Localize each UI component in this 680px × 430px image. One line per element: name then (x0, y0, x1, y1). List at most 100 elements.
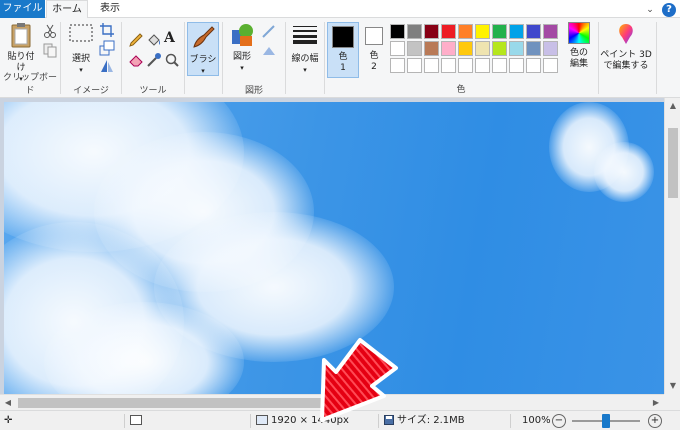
fill-bucket-icon[interactable] (146, 32, 162, 48)
palette-swatch[interactable] (475, 58, 490, 73)
divider (184, 22, 185, 94)
resize-icon[interactable] (99, 40, 115, 56)
brush-button[interactable]: ブラシ ▾ (187, 22, 219, 76)
tab-home[interactable]: ホーム (46, 0, 88, 19)
zoom-in-button[interactable]: + (648, 414, 662, 428)
palette-swatch[interactable] (475, 41, 490, 56)
palette-swatch[interactable] (492, 58, 507, 73)
palette-swatch[interactable] (543, 58, 558, 73)
copy-icon[interactable] (42, 42, 58, 58)
group-tools: A ツール (122, 18, 184, 98)
color2-label: 色 (369, 51, 379, 61)
scroll-right-icon[interactable]: ▶ (648, 395, 664, 411)
palette-swatch[interactable] (458, 58, 473, 73)
color1-label: 色 (338, 52, 348, 62)
zoom-out-button[interactable]: − (552, 414, 566, 428)
cloud (594, 142, 654, 202)
palette-swatch[interactable] (475, 24, 490, 39)
cursor-position-icon: ✛ (4, 415, 13, 426)
vertical-scroll-thumb[interactable] (668, 128, 678, 198)
palette-swatch[interactable] (543, 41, 558, 56)
crop-icon[interactable] (99, 22, 115, 38)
paint3d-icon (619, 24, 633, 44)
help-icon[interactable]: ? (662, 3, 676, 17)
eraser-icon[interactable] (128, 52, 144, 68)
scroll-down-icon[interactable]: ▼ (665, 378, 680, 394)
cut-icon[interactable] (42, 23, 58, 39)
rotate-icon[interactable] (99, 58, 115, 74)
palette-swatch[interactable] (407, 41, 422, 56)
shapes-icon (232, 24, 253, 46)
ribbon: 貼り付け ▾ クリップボード 選択 ▾ イメージ A ツール ブラシ ▾ 図形 … (0, 18, 680, 98)
pencil-icon[interactable] (128, 32, 144, 48)
paint3d-label-2: で編集する (603, 61, 649, 71)
brush-dropdown-icon[interactable]: ▾ (188, 66, 218, 77)
divider (510, 414, 511, 428)
group-image: 選択 ▾ イメージ (61, 18, 121, 98)
horizontal-scroll-thumb[interactable] (18, 398, 348, 408)
scroll-up-icon[interactable]: ▲ (665, 98, 680, 114)
color-picker-icon[interactable] (146, 52, 162, 68)
divider (324, 22, 325, 94)
tab-view[interactable]: 表示 (90, 0, 130, 18)
palette-swatch[interactable] (441, 58, 456, 73)
shapes-dropdown-icon[interactable]: ▾ (227, 63, 257, 74)
selection-size-icon (130, 411, 142, 430)
palette-swatch[interactable] (441, 41, 456, 56)
palette-swatch[interactable] (492, 41, 507, 56)
palette-swatch[interactable] (390, 58, 405, 73)
paint3d-button[interactable]: ペイント 3D で編集する (600, 22, 652, 72)
select-dropdown-icon[interactable]: ▾ (67, 65, 95, 76)
palette-swatch[interactable] (509, 58, 524, 73)
palette-swatch[interactable] (526, 41, 541, 56)
color1-button[interactable]: 色 1 (327, 22, 359, 78)
vertical-scrollbar[interactable]: ▲ ▼ (664, 98, 680, 394)
group-shapes: 図形 ▾ 図形 (223, 18, 285, 98)
line-width-button[interactable]: 線の幅 ▾ (288, 24, 322, 76)
palette-swatch[interactable] (390, 41, 405, 56)
zoom-slider-thumb[interactable] (602, 414, 610, 428)
palette-swatch[interactable] (424, 41, 439, 56)
edit-colors-button[interactable]: 色の 編集 (564, 22, 594, 70)
magnifier-icon[interactable] (164, 52, 180, 68)
palette-swatch[interactable] (424, 58, 439, 73)
palette-swatch[interactable] (492, 24, 507, 39)
color2-button[interactable]: 色 2 (362, 22, 386, 78)
collapse-ribbon-icon[interactable]: ⌄ (644, 4, 656, 16)
palette-swatch[interactable] (407, 24, 422, 39)
palette-swatch[interactable] (509, 24, 524, 39)
divider (124, 414, 125, 428)
clipboard-group-label: クリップボード (2, 73, 57, 96)
brush-label: ブラシ (189, 55, 217, 65)
group-clipboard: 貼り付け ▾ クリップボード (0, 18, 60, 98)
palette-swatch[interactable] (407, 58, 422, 73)
color2-number: 2 (371, 62, 377, 72)
palette-swatch[interactable] (526, 24, 541, 39)
divider (656, 22, 657, 94)
shapes-button[interactable]: 図形 ▾ (227, 22, 257, 74)
tab-file[interactable]: ファイル (0, 0, 45, 18)
line-width-icon (293, 26, 317, 44)
fill-icon[interactable] (261, 42, 277, 58)
palette-swatch[interactable] (390, 24, 405, 39)
color1-number: 1 (340, 63, 346, 73)
line-width-dropdown-icon[interactable]: ▾ (288, 65, 322, 76)
palette-swatch[interactable] (509, 41, 524, 56)
shapes-group-label: 図形 (244, 86, 263, 96)
text-tool-icon[interactable]: A (164, 30, 175, 46)
palette-swatch[interactable] (543, 24, 558, 39)
scroll-left-icon[interactable]: ◀ (0, 395, 16, 411)
palette-swatch[interactable] (458, 24, 473, 39)
divider (285, 22, 286, 94)
image-dimensions-icon (256, 411, 268, 430)
palette-swatch[interactable] (458, 41, 473, 56)
select-button[interactable]: 選択 ▾ (67, 24, 95, 76)
scroll-corner (664, 394, 680, 410)
palette-swatch[interactable] (424, 24, 439, 39)
tools-group-label: ツール (139, 86, 167, 96)
palette-swatch[interactable] (441, 24, 456, 39)
outline-icon[interactable] (261, 24, 277, 40)
shapes-label: 図形 (232, 52, 251, 62)
palette-swatch[interactable] (526, 58, 541, 73)
colors-group-label: 色 (456, 85, 466, 95)
